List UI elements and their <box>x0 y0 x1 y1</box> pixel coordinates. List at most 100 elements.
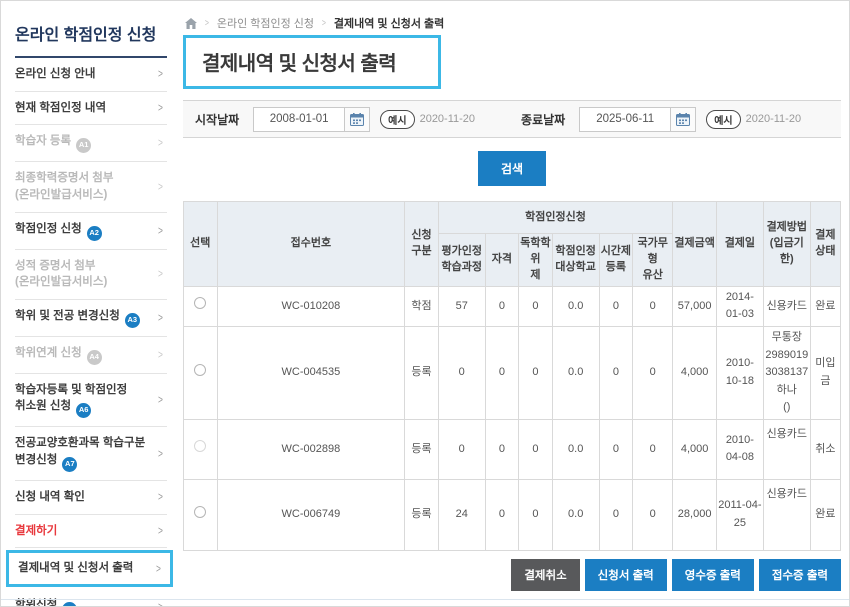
start-date-input[interactable] <box>253 107 345 132</box>
sidebar-item-course-category-change[interactable]: 전공교양호환과목 학습구분 변경신청A7 > <box>15 427 167 481</box>
row-select-radio[interactable] <box>194 440 206 452</box>
apply-type: 등록 <box>405 419 439 479</box>
page-title: 결제내역 및 신청서 출력 <box>202 53 396 75</box>
col-header-intangible-heritage: 국가무형 유산 <box>633 234 673 287</box>
credit-value: 57 <box>438 286 485 326</box>
step-badge: A6 <box>76 403 91 418</box>
sidebar-item-label: 성적 증명서 첨부 (온라인발급서비스) <box>15 260 107 289</box>
table-row: WC-006749 등록 24 0 0 0.0 0 0 28,000 2011-… <box>184 479 841 550</box>
col-header-pay-method: 결제방법 (입금기한) <box>763 202 810 287</box>
page: 온라인 학점인정 신청 온라인 신청 안내 > 현재 학점인정 내역 > 학습자… <box>0 0 850 607</box>
chevron-right-icon: > <box>158 178 163 195</box>
pay-status: 미입금 <box>810 327 840 420</box>
sidebar-title: 온라인 학점인정 신청 <box>15 15 167 58</box>
credit-value: 0 <box>485 286 519 326</box>
col-header-apply-type: 신청 구분 <box>405 202 439 287</box>
sidebar-item-label: 전공교양호환과목 학습구분 변경신청 <box>15 437 145 466</box>
credit-value: 0.0 <box>552 327 599 420</box>
pay-status: 완료 <box>810 286 840 326</box>
row-select-radio[interactable] <box>194 364 206 376</box>
credit-value: 0 <box>633 286 673 326</box>
row-select-radio[interactable] <box>194 506 206 518</box>
chevron-right-icon: > <box>158 346 163 363</box>
pay-amount: 28,000 <box>673 479 717 550</box>
sidebar-item-payment-history-print[interactable]: 결제내역 및 신청서 출력 > <box>6 550 173 587</box>
sidebar-item-label: 신청 내역 확인 <box>15 491 85 503</box>
pay-method: 신용카드 <box>763 286 810 326</box>
pay-amount: 57,000 <box>673 286 717 326</box>
page-title-highlight-box: 결제내역 및 신청서 출력 <box>183 35 441 89</box>
col-header-pay-status: 결제 상태 <box>810 202 840 287</box>
chevron-right-icon: > <box>156 560 161 577</box>
end-date-group <box>579 107 696 132</box>
table-action-buttons: 결제취소 신청서 출력 영수증 출력 접수증 출력 <box>183 559 841 591</box>
credit-value: 0 <box>599 479 633 550</box>
breadcrumb-item[interactable]: 온라인 학점인정 신청 <box>217 15 314 31</box>
credit-value: 0 <box>438 327 485 420</box>
chevron-right-icon: > <box>158 99 163 116</box>
step-badge: A1 <box>76 138 91 153</box>
apply-type: 등록 <box>405 479 439 550</box>
sidebar-item-degree-apply[interactable]: 학위신청A8 > <box>15 589 167 607</box>
sidebar-item-label: 학점인정 신청 <box>15 223 82 235</box>
chevron-right-icon: > <box>158 522 163 539</box>
sidebar-item-label: 학위 및 전공 변경신청 <box>15 310 120 322</box>
sidebar-item-final-education-certificate[interactable]: 최종학력증명서 첨부 (온라인발급서비스) > <box>15 162 167 212</box>
col-header-part-time: 시간제 등록 <box>599 234 633 287</box>
end-date-input[interactable] <box>579 107 671 132</box>
row-select-radio[interactable] <box>194 297 206 309</box>
sidebar-item-learner-registration[interactable]: 학습자 등록A1 > <box>15 125 167 162</box>
sidebar-item-application-history[interactable]: 신청 내역 확인 > <box>15 481 167 515</box>
pay-status: 완료 <box>810 479 840 550</box>
credit-value: 0 <box>633 327 673 420</box>
apply-type: 학점 <box>405 286 439 326</box>
sidebar-item-label: 현재 학점인정 내역 <box>15 102 106 114</box>
print-acceptance-button[interactable]: 접수증 출력 <box>759 559 841 591</box>
print-receipt-button[interactable]: 영수증 출력 <box>672 559 754 591</box>
home-icon[interactable] <box>185 18 197 29</box>
credit-value: 24 <box>438 479 485 550</box>
credit-value: 0.0 <box>552 419 599 479</box>
sidebar-item-online-guide[interactable]: 온라인 신청 안내 > <box>15 58 167 92</box>
pay-status: 취소 <box>810 419 840 479</box>
credit-value: 0.0 <box>552 286 599 326</box>
col-header-self-study-degree: 독학학위 제 <box>519 234 553 287</box>
print-application-button[interactable]: 신청서 출력 <box>585 559 667 591</box>
sidebar-item-make-payment[interactable]: 결제하기 > <box>15 515 167 549</box>
calendar-icon[interactable] <box>671 107 696 132</box>
sidebar-item-current-credit-history[interactable]: 현재 학점인정 내역 > <box>15 92 167 126</box>
start-date-group <box>253 107 370 132</box>
sidebar-item-degree-major-change[interactable]: 학위 및 전공 변경신청 A3 > <box>15 300 167 337</box>
credit-value: 0 <box>599 327 633 420</box>
col-header-eval-course: 평가인정 학습과정 <box>438 234 485 287</box>
sidebar-item-credit-recognition-apply[interactable]: 학점인정 신청A2 > <box>15 213 167 250</box>
sidebar-item-degree-linkage-apply[interactable]: 학위연계 신청A4 > <box>15 337 167 374</box>
credit-value: 0 <box>519 286 553 326</box>
credit-value: 0 <box>519 479 553 550</box>
search-button[interactable]: 검색 <box>478 151 546 186</box>
receipt-no: WC-002898 <box>217 419 405 479</box>
table-row: WC-002898 등록 0 0 0 0.0 0 0 4,000 2010-04… <box>184 419 841 479</box>
pay-date: 2014-01-03 <box>716 286 763 326</box>
sidebar-item-cancellation-request[interactable]: 학습자등록 및 학점인정 취소원 신청A6 > <box>15 374 167 428</box>
sidebar: 온라인 학점인정 신청 온라인 신청 안내 > 현재 학점인정 내역 > 학습자… <box>1 7 173 606</box>
end-date-label: 종료날짜 <box>521 111 565 128</box>
credit-value: 0 <box>485 479 519 550</box>
sidebar-item-transcript-attach[interactable]: 성적 증명서 첨부 (온라인발급서비스) > <box>15 250 167 300</box>
col-header-receipt-no: 접수번호 <box>217 202 405 287</box>
credit-value: 0 <box>485 419 519 479</box>
col-header-amount: 결제금액 <box>673 202 717 287</box>
example-date: 2020-11-20 <box>746 113 801 125</box>
credit-value: 0 <box>633 419 673 479</box>
chevron-right-icon: > <box>158 309 163 326</box>
pay-date: 2011-04-25 <box>716 479 763 550</box>
chevron-right-icon: > <box>158 135 163 152</box>
cancel-payment-button[interactable]: 결제취소 <box>511 559 579 591</box>
credit-value: 0 <box>599 286 633 326</box>
receipt-no: WC-010208 <box>217 286 405 326</box>
payment-history-table: 선택 접수번호 신청 구분 학점인정신청 결제금액 결제일 결제방법 (입금기한… <box>183 201 841 551</box>
calendar-icon[interactable] <box>345 107 370 132</box>
chevron-right-icon: > <box>158 66 163 83</box>
credit-value: 0 <box>599 419 633 479</box>
step-badge: A3 <box>125 313 140 328</box>
